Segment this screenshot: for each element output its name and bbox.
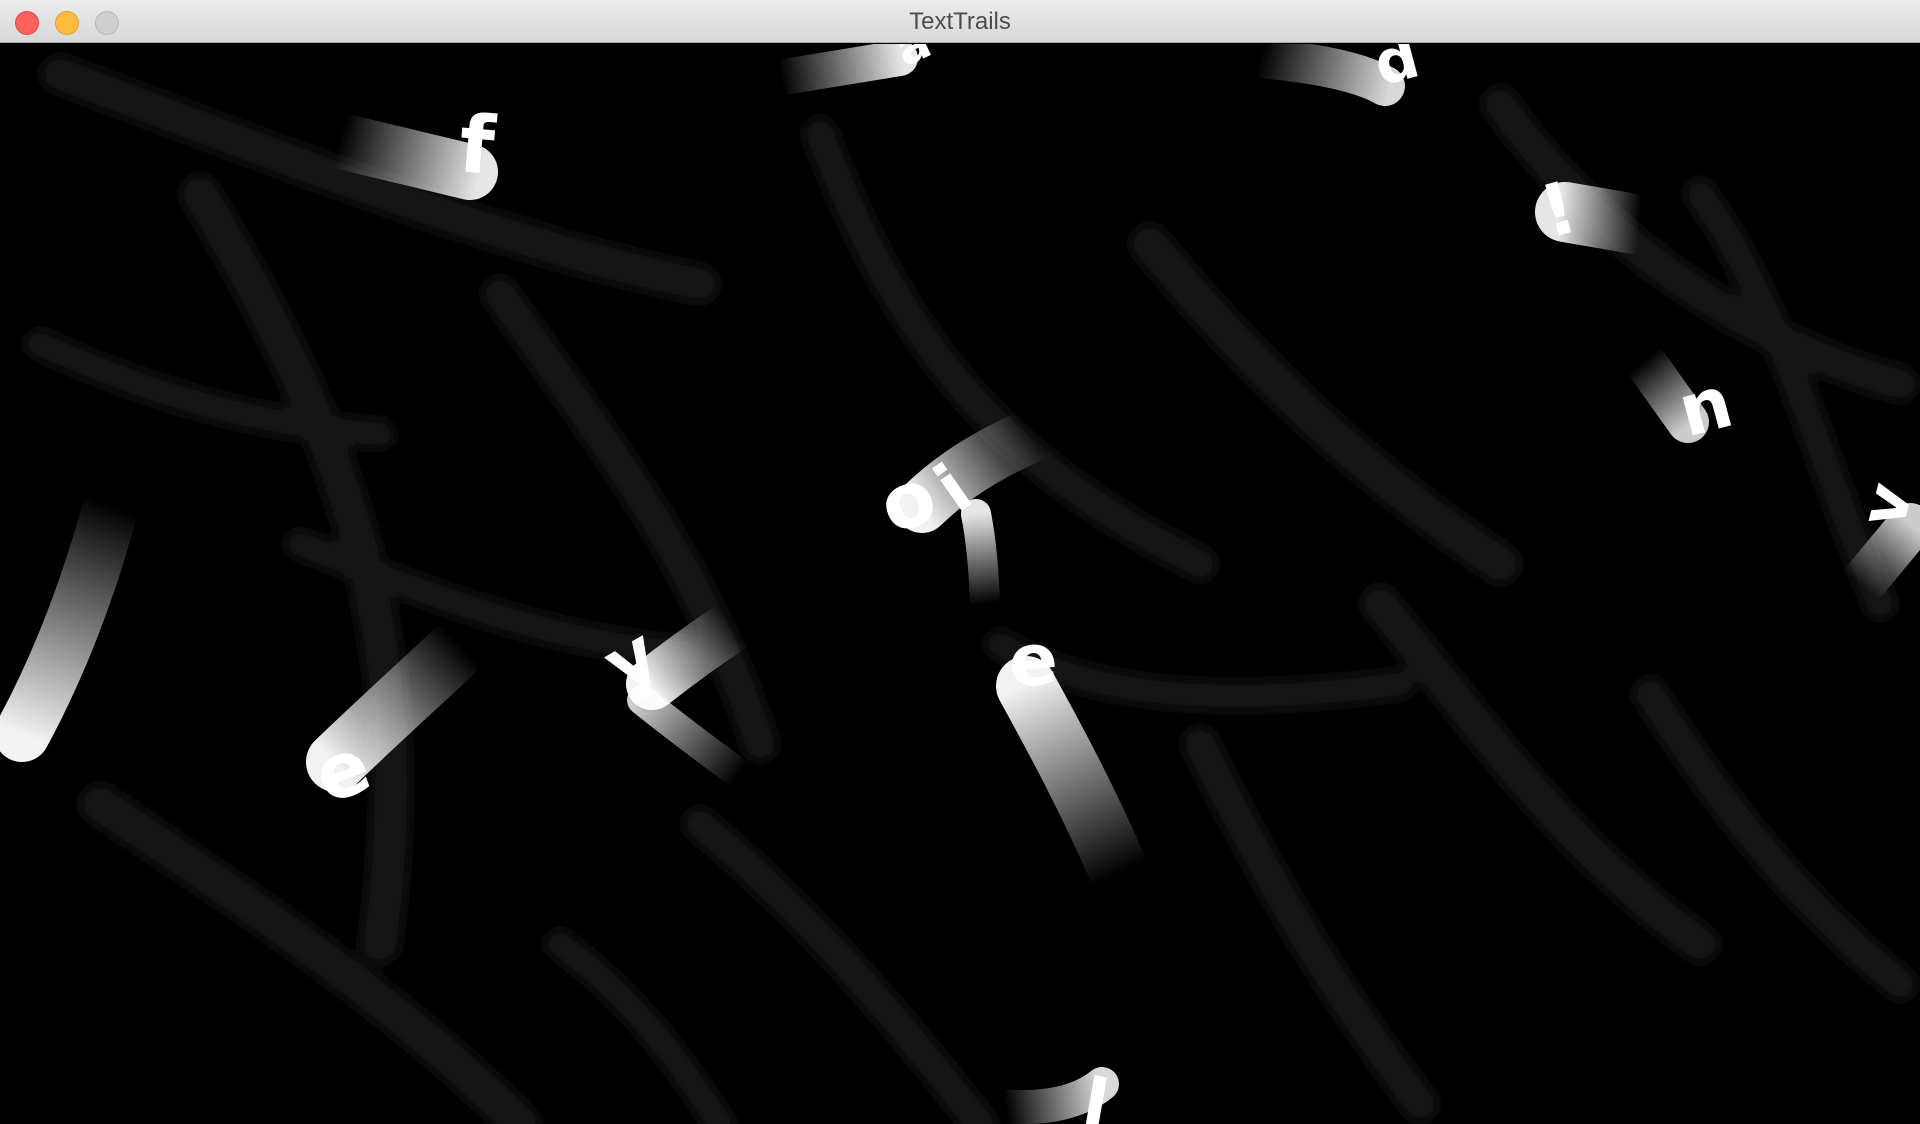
trails-svg: a f p ! n o i v y e e l (0, 44, 1920, 1124)
window-title: TextTrails (909, 8, 1011, 35)
drawing-canvas[interactable]: a f p ! n o i v y e e l (0, 44, 1920, 1124)
letters: a f p ! n o i v y e e l (303, 44, 1920, 1124)
app-window: TextTrails a f p ! n o i v y e e l (0, 0, 1920, 1124)
letter-e-center: e (1005, 616, 1061, 704)
title-bar[interactable]: TextTrails (0, 0, 1920, 43)
